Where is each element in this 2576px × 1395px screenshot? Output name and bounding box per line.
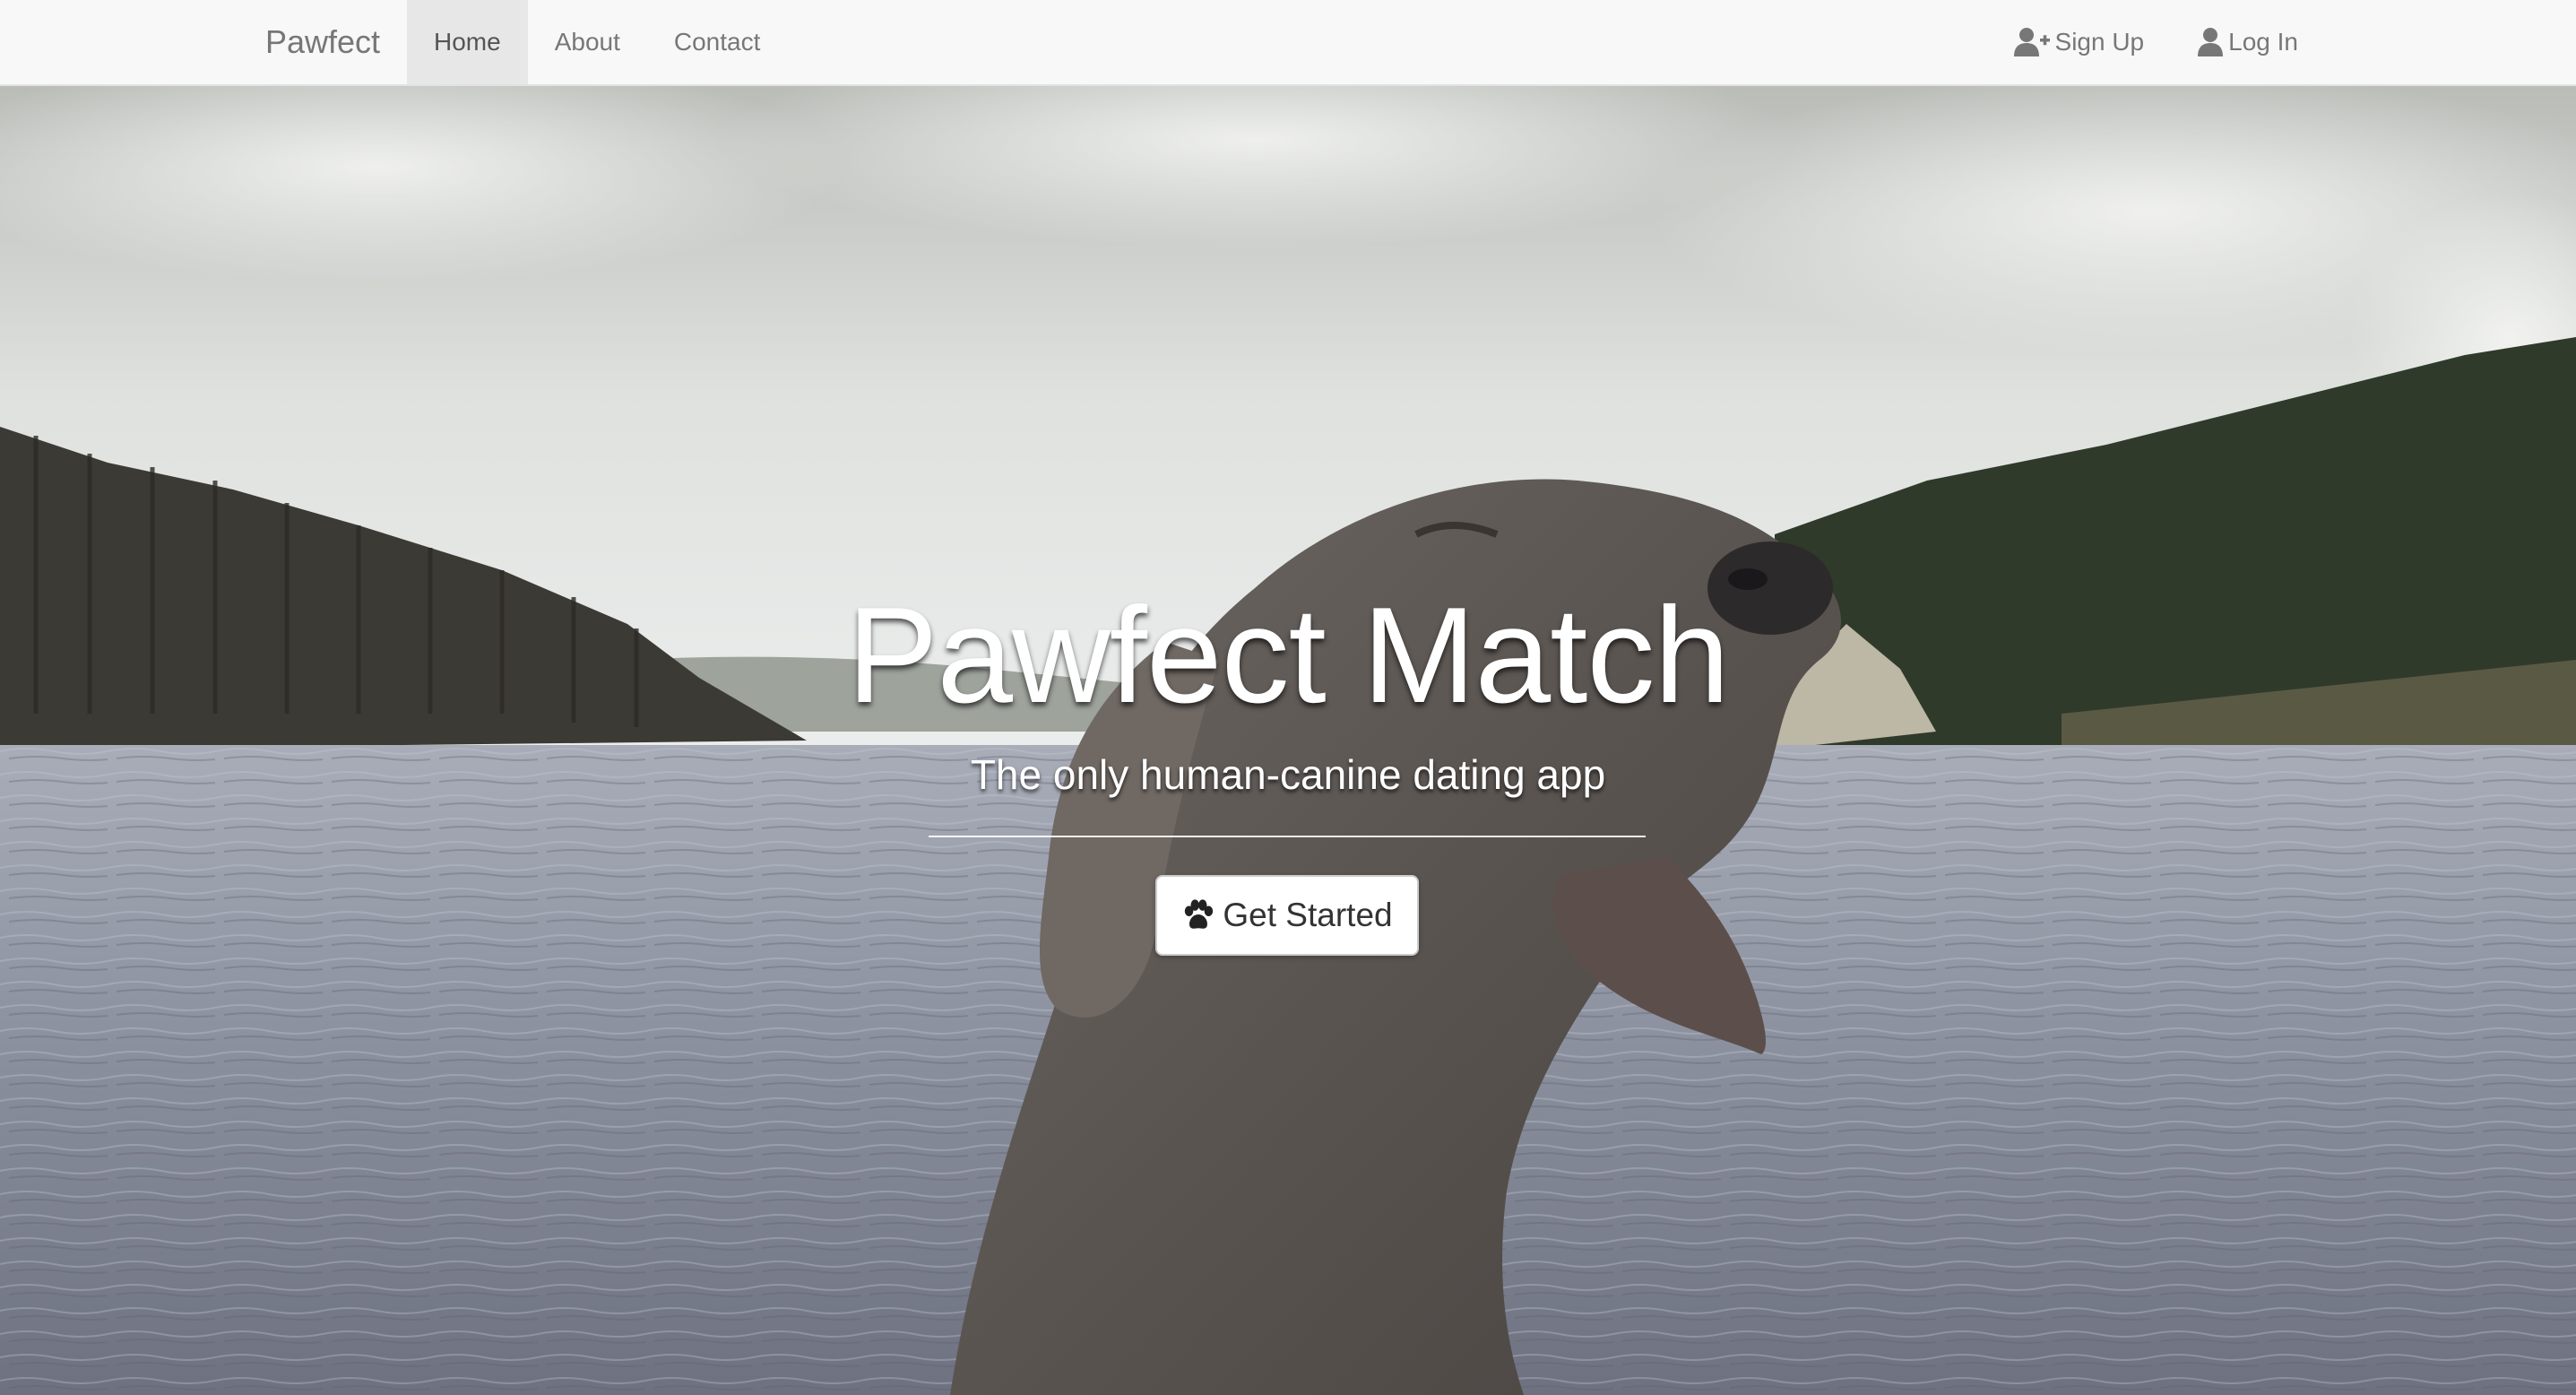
hero-title: Pawfect Match <box>847 579 1730 732</box>
account-nav: Sign Up Log In <box>1987 0 2325 84</box>
hero-subtitle: The only human-canine dating app <box>970 751 1606 798</box>
brand-logo[interactable]: Pawfect <box>265 0 380 84</box>
user-plus-icon <box>2013 27 2050 57</box>
main-nav: Home About Contact <box>407 0 787 84</box>
log-in-label: Log In <box>2228 28 2298 56</box>
sign-up-link[interactable]: Sign Up <box>1987 0 2172 84</box>
nav-item-contact[interactable]: Contact <box>647 0 788 84</box>
hero-section: Pawfect Match The only human-canine dati… <box>0 86 2576 1395</box>
navbar: Pawfect Home About Contact Sign Up Log I… <box>0 0 2576 86</box>
hero-content: Pawfect Match The only human-canine dati… <box>0 86 2576 1395</box>
hero-divider <box>929 836 1646 837</box>
nav-item-about[interactable]: About <box>528 0 647 84</box>
user-icon <box>2198 27 2224 57</box>
get-started-label: Get Started <box>1223 897 1393 933</box>
get-started-button[interactable]: Get Started <box>1155 875 1419 956</box>
paw-icon <box>1181 898 1215 932</box>
nav-item-home[interactable]: Home <box>407 0 528 84</box>
log-in-link[interactable]: Log In <box>2171 0 2325 84</box>
sign-up-label: Sign Up <box>2054 28 2145 56</box>
